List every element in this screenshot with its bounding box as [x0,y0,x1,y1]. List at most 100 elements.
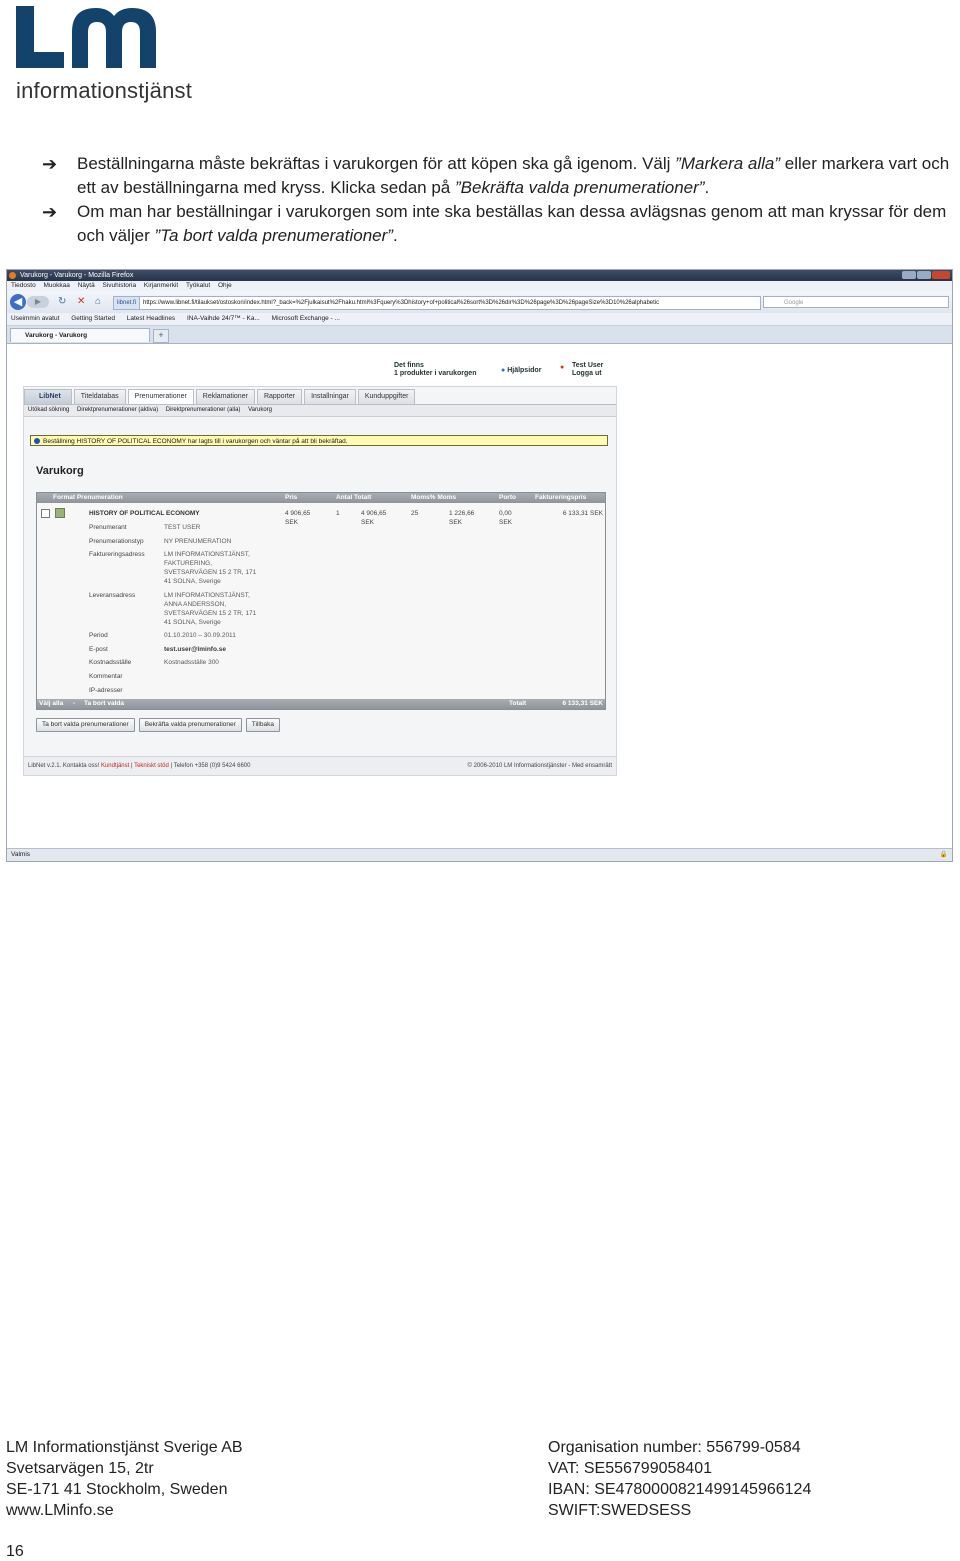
footer-phone: Telefon +358 (0)9 5424 6600 [173,763,251,769]
footer-version: LibNet v.2.1. Kontakta oss! Kundtjänst |… [28,763,251,769]
column-header: Porto [499,494,516,501]
detail-label: Period [89,632,108,639]
new-tab-button[interactable]: + [153,329,169,343]
reload-icon[interactable]: ↻ [58,296,66,308]
page-title: Varukorg [36,465,84,477]
back-button-app[interactable]: Tillbaka [245,718,280,732]
libnet-logo[interactable]: LibNet [24,389,72,404]
help-icon: ● [501,367,506,374]
forward-button[interactable]: ▶ [27,296,49,308]
detail-label: Prenumerant [89,524,127,531]
detail-label: Leveransadress [89,592,136,599]
browser-tab[interactable]: Varukorg - Varukorg [10,328,150,342]
cart-info-line2: 1 produkter i varukorgen [394,370,477,377]
help-link[interactable]: ● Hjälpsidor [501,367,541,375]
bullet-1-text: Beställningarna måste bekräftas i varuko… [77,154,950,197]
detail-label: Prenumerationstyp [89,538,144,545]
detail-value: ANNA ANDERSSON, [164,601,227,608]
tab-bar: Varukorg - Varukorg + [7,326,952,344]
url-bar[interactable]: libnet.fi https://www.libnet.fi/tilaukset… [113,296,761,310]
libnet-app: LibNet Titeldatabas Prenumerationer Rekl… [23,386,617,776]
remove-selected-button[interactable]: Ta bort valda prenumerationer [36,718,135,732]
tab-prenumerationer[interactable]: Prenumerationer [127,389,194,404]
select-all-link[interactable]: Välj alla [39,699,63,709]
item-title: HISTORY OF POLITICAL ECONOMY [89,510,200,517]
detail-value: LM INFORMATIONSTJÄNST, [164,551,250,558]
menu-item[interactable]: Muokkaa [44,282,70,289]
detail-value: SVETSARVÄGEN 15 2 TR, 171 [164,569,257,576]
bookmark-item[interactable]: INA-Vaihde 24/7™ - Ka... [187,315,260,322]
detail-value: Kostnadsställe 300 [164,659,219,666]
subtab-item[interactable]: Direktprenumerationer (aktiva) [77,407,158,413]
bookmark-item[interactable]: Useimmin avatut [11,315,59,322]
search-input[interactable]: Google [763,296,949,308]
home-icon[interactable]: ⌂ [95,296,101,308]
item-invoice-price: 6 133,31 SEK [562,510,603,517]
main-tabs: LibNet Titeldatabas Prenumerationer Rekl… [24,389,417,404]
info-icon [34,438,40,444]
cart-info[interactable]: Det finns 1 produkter i varukorgen [383,362,476,378]
menu-item[interactable]: Työkalut [186,282,210,289]
detail-value: SVETSARVÄGEN 15 2 TR, 171 [164,610,257,617]
cart-table: Format Prenumeration Pris Antal Totalt M… [36,492,606,710]
iban: IBAN: SE4780000821499145966124 [548,1481,812,1498]
site-identity-badge[interactable]: libnet.fi [114,297,141,309]
bookmark-item[interactable]: Getting Started [71,315,115,322]
notice-text: Beställning HISTORY OF POLITICAL ECONOMY… [43,438,348,445]
cart-table-footer: Välj alla - Ta bort valda Totalt 6 133,3… [37,699,605,709]
menu-item[interactable]: Sivuhistoria [103,282,137,289]
city-address: SE-171 41 Stockholm, Sweden [6,1481,228,1498]
menu-item[interactable]: Näytä [78,282,95,289]
minimize-button[interactable] [902,271,916,279]
tab-installningar[interactable]: Installningar [304,389,356,404]
detail-value: 41 SOLNA, Sverige [164,578,221,585]
detail-label: E-post [89,646,108,653]
arrow-right-icon: ➔ [42,202,58,222]
confirm-selected-button[interactable]: Bekräfta valda prenumerationer [138,718,242,732]
window-titlebar: Varukorg - Varukorg - Mozilla Firefox [7,270,952,281]
status-text: Valmis [11,851,31,858]
menu-item[interactable]: Kirjanmerkit [144,282,178,289]
back-button[interactable]: ◀ [10,294,26,310]
website-link[interactable]: www.LMinfo.se [6,1500,243,1521]
maximize-button[interactable] [917,271,931,279]
user-name: Test User [572,362,604,369]
tab-titeldatabas[interactable]: Titeldatabas [73,389,126,404]
stop-icon[interactable]: ✕ [77,296,85,308]
item-postage: 0,00 [499,510,512,517]
bullet-2: ➔ Om man har beställningar i varukorgen … [42,200,954,248]
bullet-2-text: Om man har beställningar i varukorgen so… [77,202,947,245]
item-price-currency: SEK [285,519,299,526]
tab-kunduppgifter[interactable]: Kunduppgifter [357,389,416,404]
customer-service-link[interactable]: Kundtjänst [101,763,129,769]
menu-item[interactable]: Ohje [218,282,232,289]
detail-value: FAKTURERING, [164,560,213,567]
subtab-item[interactable]: Direktprenumerationer (alla) [166,407,241,413]
total-label: Totalt [509,700,527,707]
user-menu: ● Test User Logga ut [560,362,604,378]
total-value: 6 133,31 SEK [562,700,603,707]
detail-label: IP-adresser [89,687,123,694]
detail-value: LM INFORMATIONSTJÄNST, [164,592,250,599]
bookmark-item[interactable]: Microsoft Exchange - ... [272,315,340,322]
company-registration: Organisation number: 556799-0584 VAT: SE… [548,1437,811,1521]
item-vat: 1 226,66 [449,510,475,517]
tab-rapporter[interactable]: Rapporter [256,389,303,404]
email-link[interactable]: test.user@lminfo.se [164,645,226,654]
tech-support-link[interactable]: Tekniskt stöd [134,763,169,769]
subtab-item[interactable]: Utökad sökning [28,407,69,413]
cart-table-header: Format Prenumeration Pris Antal Totalt M… [37,493,605,503]
window-controls [902,271,950,279]
app-footer: LibNet v.2.1. Kontakta oss! Kundtjänst |… [24,756,616,775]
subtab-item[interactable]: Varukorg [248,407,272,413]
menu-item[interactable]: Tiedosto [11,282,36,289]
row-checkbox[interactable] [41,509,50,518]
remove-selected-link[interactable]: Ta bort valda [84,699,124,709]
detail-value: TEST USER [164,524,201,531]
tab-reklamationer[interactable]: Reklamationer [195,389,255,404]
bookmark-item[interactable]: Latest Headlines [127,315,175,322]
firefox-icon [9,272,16,279]
close-button[interactable] [932,271,950,279]
action-buttons: Ta bort valda prenumerationer Bekräfta v… [36,718,280,732]
logout-link[interactable]: Logga ut [562,370,603,378]
